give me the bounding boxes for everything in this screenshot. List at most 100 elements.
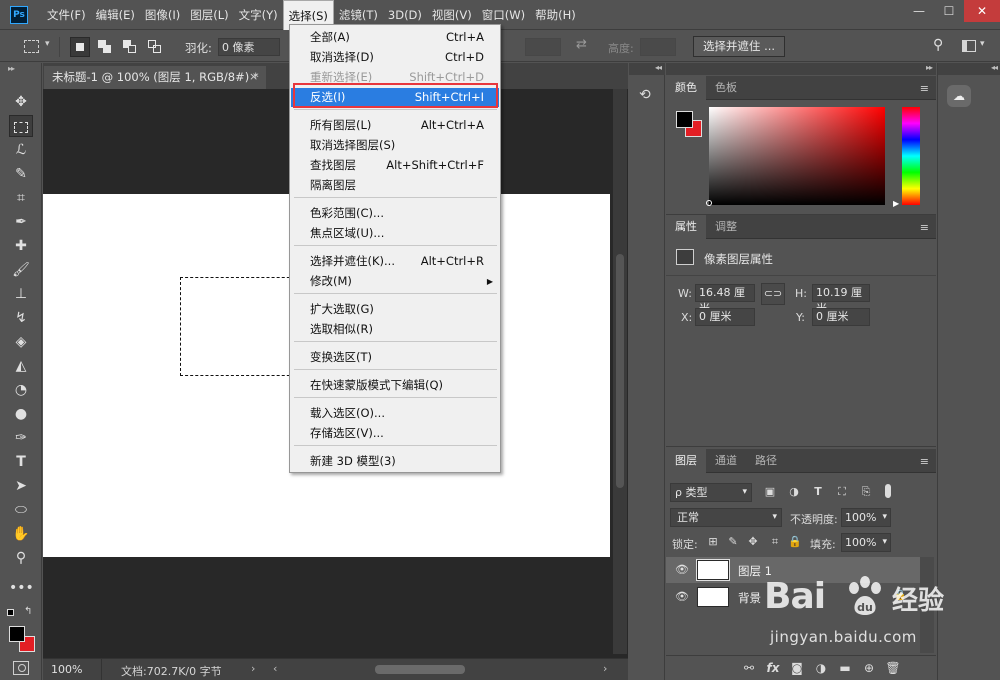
dropdown-item[interactable]: 查找图层 Alt+Shift+Ctrl+F (291, 156, 499, 175)
path-select-tool-icon[interactable]: ➤ (9, 475, 33, 497)
clone-stamp-tool-icon[interactable]: ⊥ (9, 283, 33, 305)
dropdown-item[interactable]: 取消选择图层(S) (291, 136, 499, 155)
zoom-level[interactable]: 100% (51, 663, 82, 676)
close-button[interactable]: ✕ (964, 0, 1000, 22)
link-layers-icon[interactable]: ⚯ (741, 661, 757, 675)
hue-slider-marker[interactable]: ▶ (893, 199, 899, 208)
close-icon[interactable]: × (249, 66, 258, 88)
new-layer-icon[interactable]: ⊕ (861, 661, 877, 675)
chevron-left-icon[interactable]: ‹ (273, 662, 277, 675)
dropdown-item[interactable]: 载入选区(O)... (291, 404, 499, 423)
add-to-selection-button[interactable] (95, 37, 115, 57)
link-icon[interactable]: ⊂⊃ (761, 283, 785, 305)
new-selection-button[interactable] (70, 37, 90, 57)
rect-marquee-tool-icon[interactable] (9, 115, 33, 137)
height-field[interactable] (640, 38, 676, 56)
collapse-icon[interactable]: ▸▸ (666, 63, 936, 75)
lock-position-icon[interactable]: ✥ (746, 535, 760, 548)
lock-artboard-icon[interactable]: ⌗ (768, 535, 782, 549)
eye-icon[interactable]: 👁 (675, 590, 689, 603)
fill-input[interactable]: 100% ▾ (841, 533, 891, 552)
eyedropper-tool-icon[interactable]: ✒ (9, 211, 33, 233)
dropdown-item[interactable]: 隔离图层 (291, 176, 499, 195)
lock-pixels-icon[interactable]: ✎ (726, 535, 740, 548)
chevron-right-icon[interactable]: › (251, 662, 255, 675)
layers-scrollbar[interactable] (920, 557, 934, 653)
tab-swatches[interactable]: 色板 (706, 76, 746, 100)
dropdown-item[interactable]: 色彩范围(C)... (291, 204, 499, 223)
maximize-button[interactable]: ☐ (934, 0, 964, 22)
panel-menu-icon[interactable]: ≡ (920, 221, 929, 234)
filter-shape-icon[interactable]: ⛶ (835, 485, 849, 499)
y-input[interactable]: 0 厘米 (812, 308, 870, 326)
lock-all-icon[interactable]: 🔒 (788, 535, 802, 548)
more-tools-icon[interactable]: ••• (9, 577, 34, 599)
menu-item[interactable]: 图层(L) (185, 0, 233, 30)
swap-width-height-icon[interactable]: ⇄ (576, 37, 587, 52)
ellipse-tool-icon[interactable]: ⬭ (9, 499, 33, 521)
collapse-icon[interactable]: ▸▸ (8, 64, 15, 73)
dropdown-item[interactable]: 扩大选取(G) (291, 300, 499, 319)
tab-adjustments[interactable]: 调整 (706, 215, 746, 239)
filter-adjustment-icon[interactable]: ◑ (787, 485, 801, 498)
layer-row[interactable]: 👁 背景 🔒 (666, 584, 920, 610)
menu-item[interactable]: 文字(Y) (234, 0, 283, 30)
zoom-tool-icon[interactable]: ⚲ (9, 547, 33, 569)
trash-icon[interactable]: 🗑 (885, 661, 901, 675)
dropdown-item[interactable]: 选取相似(R) (291, 320, 499, 339)
healing-brush-tool-icon[interactable]: ✚ (9, 235, 33, 257)
foreground-color-swatch[interactable] (9, 626, 25, 642)
dropdown-item[interactable]: 取消选择(D) Ctrl+D (291, 48, 499, 67)
select-and-mask-button[interactable]: 选择并遮住 ... (693, 36, 785, 57)
intersect-selection-button[interactable] (145, 37, 165, 57)
foreground-color-swatch[interactable] (676, 111, 693, 128)
menu-item[interactable]: 图像(I) (140, 0, 185, 30)
blur-tool-icon[interactable]: ◔ (9, 379, 33, 401)
panel-menu-icon[interactable]: ≡ (920, 455, 929, 468)
dropdown-item[interactable]: 所有图层(L) Alt+Ctrl+A (291, 116, 499, 135)
eye-icon[interactable]: 👁 (675, 563, 689, 576)
dropdown-item[interactable]: 新建 3D 模型(3) (291, 452, 499, 471)
panel-menu-icon[interactable]: ≡ (920, 82, 929, 95)
new-group-icon[interactable]: ▬ (837, 661, 853, 675)
add-mask-icon[interactable]: ◙ (789, 661, 805, 675)
quick-mask-icon[interactable] (13, 661, 29, 675)
minimize-button[interactable]: — (904, 0, 934, 22)
dropdown-item[interactable]: 变换选区(T) (291, 348, 499, 367)
menu-item[interactable]: 文件(F) (42, 0, 91, 30)
dropdown-item[interactable]: 选择并遮住(K)... Alt+Ctrl+R (291, 252, 499, 271)
scrollbar-thumb[interactable] (616, 254, 624, 488)
dropdown-item[interactable]: 存储选区(V)... (291, 424, 499, 443)
collapse-icon[interactable]: ◂◂ (629, 63, 665, 75)
filter-type-icon[interactable]: T (811, 485, 825, 498)
filter-pixel-icon[interactable]: ▣ (763, 485, 777, 498)
lock-transparent-icon[interactable]: ⊞ (706, 535, 720, 548)
hue-slider[interactable] (902, 107, 920, 205)
swap-colors-icon[interactable]: ↰ (24, 606, 32, 617)
workspace-icon[interactable] (962, 40, 976, 52)
eraser-tool-icon[interactable]: ◈ (9, 331, 33, 353)
width-field[interactable] (525, 38, 561, 56)
subtract-from-selection-button[interactable] (120, 37, 140, 57)
chevron-down-icon[interactable]: ▾ (980, 39, 985, 49)
layer-row[interactable]: 👁 图层 1 (666, 557, 920, 583)
quick-select-tool-icon[interactable]: ✎ (9, 163, 33, 185)
dropdown-item[interactable]: 全部(A) Ctrl+A (291, 28, 499, 47)
opacity-input[interactable]: 100% ▾ (841, 508, 891, 527)
x-input[interactable]: 0 厘米 (695, 308, 755, 326)
horizontal-scrollbar-thumb[interactable] (375, 665, 465, 674)
tab-properties[interactable]: 属性 (666, 215, 706, 239)
dropdown-item[interactable]: 反选(I) Shift+Ctrl+I (291, 88, 499, 107)
tab-paths[interactable]: 路径 (746, 449, 786, 473)
height-input[interactable]: 10.19 厘米 (812, 284, 870, 315)
blend-mode-select[interactable]: 正常 ▾ (670, 508, 782, 527)
color-picker-cursor[interactable] (706, 200, 712, 206)
hand-tool-icon[interactable]: ✋ (9, 523, 33, 545)
vertical-scrollbar[interactable] (613, 89, 627, 654)
dropdown-item[interactable]: 修改(M) ▶ (291, 272, 499, 291)
tab-channels[interactable]: 通道 (706, 449, 746, 473)
creative-cloud-icon[interactable]: ☁ (947, 85, 971, 107)
default-colors-icon[interactable] (7, 609, 17, 619)
move-tool-icon[interactable]: ✥ (9, 91, 33, 113)
tab-layers[interactable]: 图层 (666, 449, 706, 473)
